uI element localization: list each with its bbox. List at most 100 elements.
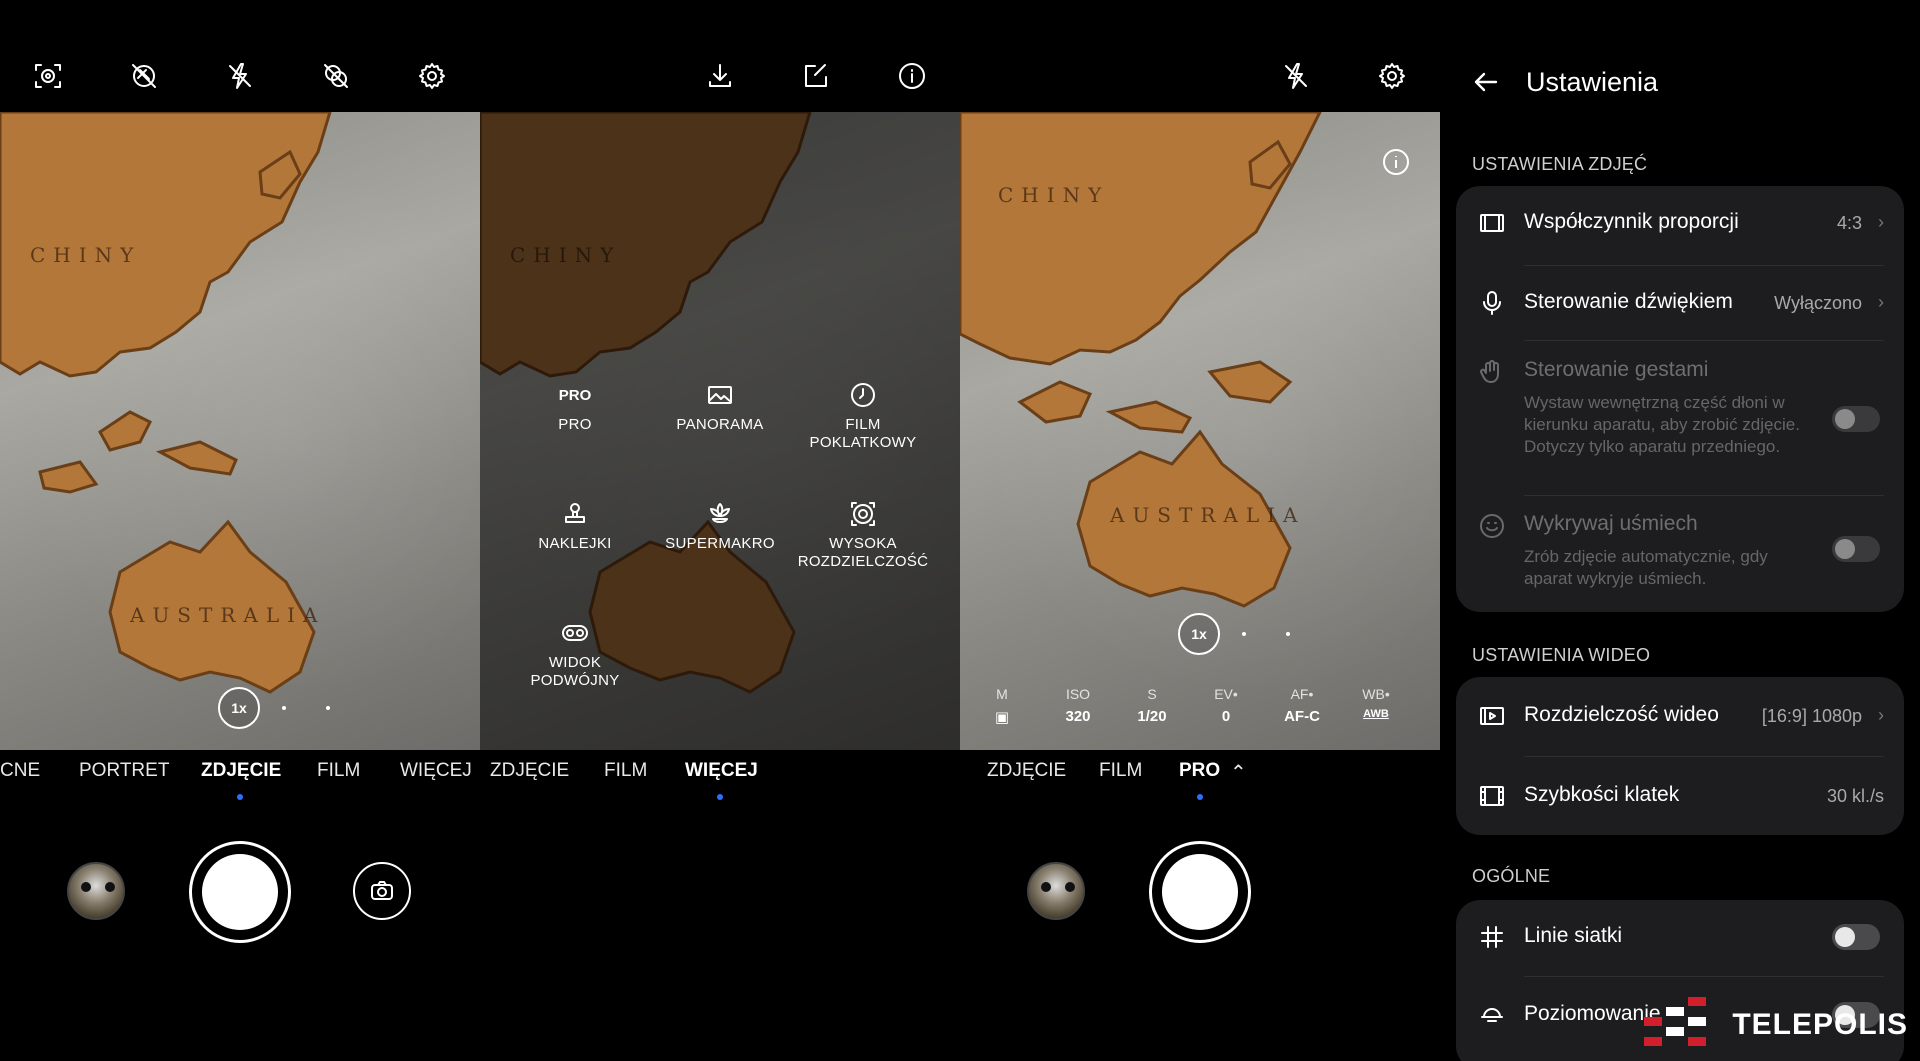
pro-param-value: 320: [1065, 708, 1091, 725]
dual-view-icon: [562, 625, 588, 641]
pro-param-value: 1/20: [1137, 708, 1167, 725]
more-mode-label: PRO: [558, 416, 592, 433]
gallery-thumbnail[interactable]: [1027, 862, 1085, 920]
mode-pro[interactable]: PRO: [1179, 760, 1220, 782]
more-mode-timelapse[interactable]: FILM POKLATKOWY: [793, 378, 933, 452]
pro-param-shutter[interactable]: S 1/20: [1122, 686, 1182, 725]
shutter-button[interactable]: [189, 841, 291, 943]
map-label-australia: AUSTRALIA: [1109, 503, 1305, 527]
pro-param-metering[interactable]: M ▣: [972, 686, 1032, 726]
gesture-control-toggle: [1832, 406, 1880, 432]
back-arrow-icon[interactable]: [1470, 66, 1502, 98]
frame-rate-row[interactable]: Szybkości klatek 30 kl./s: [1456, 757, 1904, 835]
grid-lines-row[interactable]: Linie siatki: [1456, 900, 1904, 974]
mode-cne[interactable]: CNE: [0, 760, 40, 782]
viewfinder[interactable]: CHINY AUSTRALIA 1x: [0, 112, 480, 750]
settings-gear-icon[interactable]: [412, 56, 452, 96]
section-photo-settings: USTAWIENIA ZDJĘĆ: [1472, 154, 1648, 174]
download-icon[interactable]: [700, 56, 740, 96]
gallery-thumbnail[interactable]: [67, 862, 125, 920]
timer-icon: [851, 383, 875, 407]
smile-detect-title: Wykrywaj uśmiech: [1524, 512, 1698, 535]
pro-icon: PRO: [558, 386, 592, 404]
flash-off-icon[interactable]: [1276, 56, 1316, 96]
more-mode-pro[interactable]: PRO PRO: [505, 378, 645, 434]
more-topbar: [480, 56, 960, 104]
more-mode-label: WYSOKA ROZDZIELCZOŚĆ: [797, 535, 929, 570]
watermark-text: TELEPOLIS: [1732, 1008, 1908, 1041]
pro-param-value: AF-C: [1284, 708, 1320, 725]
video-settings-card: Rozdzielczość wideo [16:9] 1080p › Szybk…: [1456, 677, 1904, 835]
viewfinder[interactable]: CHINY AUSTRALIA 1x: [960, 112, 1440, 750]
mode-film[interactable]: FILM: [317, 760, 360, 782]
zoom-button[interactable]: 1x: [218, 687, 260, 729]
pro-param-ev[interactable]: EV• 0: [1196, 686, 1256, 725]
more-mode-supermacro[interactable]: SUPERMAKRO: [650, 497, 790, 553]
aspect-ratio-title: Współczynnik proporcji: [1524, 210, 1739, 233]
section-video-settings: USTAWIENIA WIDEO: [1472, 645, 1651, 665]
settings-gear-icon[interactable]: [1372, 56, 1412, 96]
pro-param-iso[interactable]: ISO 320: [1048, 686, 1108, 725]
pro-param-label: WB•: [1362, 686, 1390, 702]
more-mode-panorama[interactable]: PANORAMA: [650, 378, 790, 434]
video-resolution-value: [16:9] 1080p: [1761, 706, 1862, 726]
mode-portret[interactable]: PORTRET: [79, 760, 169, 782]
active-mode-indicator: [237, 794, 243, 800]
hand-icon: [1476, 356, 1508, 388]
edit-icon[interactable]: [796, 56, 836, 96]
map-label-china: CHINY: [998, 183, 1109, 207]
mode-wiecej[interactable]: WIĘCEJ: [685, 760, 758, 782]
camera-settings-panel: Ustawienia USTAWIENIA ZDJĘĆ Współczynnik…: [1440, 0, 1920, 1061]
switch-camera-icon: [371, 881, 393, 900]
camera-pro-panel: CHINY AUSTRALIA 1x M ▣ ISO 320 S 1/20 EV…: [960, 0, 1440, 1061]
chevron-up-icon[interactable]: ⌃: [1230, 760, 1247, 785]
grid-hash-icon: [1476, 921, 1508, 953]
flash-off-icon[interactable]: [220, 56, 260, 96]
film-strip-icon: [1476, 780, 1508, 812]
leveling-title: Poziomowanie: [1524, 1002, 1661, 1025]
telepolis-watermark: TELEPOLIS: [1644, 997, 1908, 1053]
mode-selector: ZDJĘCIE FILM WIĘCEJ: [480, 760, 960, 800]
info-icon[interactable]: [1382, 148, 1410, 176]
settings-header: Ustawienia: [1470, 66, 1658, 98]
zoom-button[interactable]: 1x: [1178, 613, 1220, 655]
telepolis-logo: [1644, 997, 1718, 1053]
more-mode-stickers[interactable]: NAKLEJKI: [505, 497, 645, 553]
chevron-right-icon: ›: [1878, 212, 1884, 232]
aperture-off-icon[interactable]: [124, 56, 164, 96]
divider: [1524, 340, 1884, 341]
switch-camera-button[interactable]: [353, 862, 411, 920]
map-label-china: CHINY: [30, 243, 141, 267]
video-resolution-row[interactable]: Rozdzielczość wideo [16:9] 1080p ›: [1456, 677, 1904, 755]
mode-zdjecie[interactable]: ZDJĘCIE: [201, 760, 281, 782]
ai-lens-icon[interactable]: [28, 56, 68, 96]
info-icon[interactable]: [892, 56, 932, 96]
mode-zdjecie[interactable]: ZDJĘCIE: [987, 760, 1066, 782]
pro-param-value: AWB: [1363, 708, 1389, 720]
pro-param-wb[interactable]: WB• AWB: [1346, 686, 1406, 720]
section-general: OGÓLNE: [1472, 866, 1551, 886]
more-mode-dual-view[interactable]: WIDOK PODWÓJNY: [505, 616, 645, 690]
zoom-dot: [326, 706, 330, 710]
mode-film[interactable]: FILM: [1099, 760, 1142, 782]
more-mode-label: NAKLEJKI: [538, 535, 612, 552]
voice-control-title: Sterowanie dźwiękiem: [1524, 290, 1733, 313]
camera-more-panel: CHINY PRO PRO PANORAMA FILM POKLATKOWY N…: [480, 0, 960, 1061]
mode-selector: ZDJĘCIE FILM PRO ⌃: [960, 760, 1440, 800]
grid-lines-toggle[interactable]: [1832, 924, 1880, 950]
pro-param-af[interactable]: AF• AF-C: [1272, 686, 1332, 725]
voice-control-row[interactable]: Sterowanie dźwiękiem Wyłączono ›: [1456, 266, 1904, 340]
more-mode-high-res[interactable]: WYSOKA ROZDZIELCZOŚĆ: [793, 497, 933, 571]
mode-wiecej[interactable]: WIĘCEJ: [400, 760, 472, 782]
mode-zdjecie[interactable]: ZDJĘCIE: [490, 760, 569, 782]
chevron-right-icon: ›: [1878, 705, 1884, 725]
filter-off-icon[interactable]: [316, 56, 356, 96]
level-icon: [1476, 999, 1508, 1031]
mode-film[interactable]: FILM: [604, 760, 647, 782]
active-mode-indicator: [717, 794, 723, 800]
pro-param-label: EV•: [1214, 686, 1238, 702]
shutter-button[interactable]: [1149, 841, 1251, 943]
frame-rate-value: 30 kl./s: [1826, 786, 1884, 806]
aspect-ratio-row[interactable]: Współczynnik proporcji 4:3 ›: [1456, 186, 1904, 260]
panorama-icon: [708, 386, 732, 404]
